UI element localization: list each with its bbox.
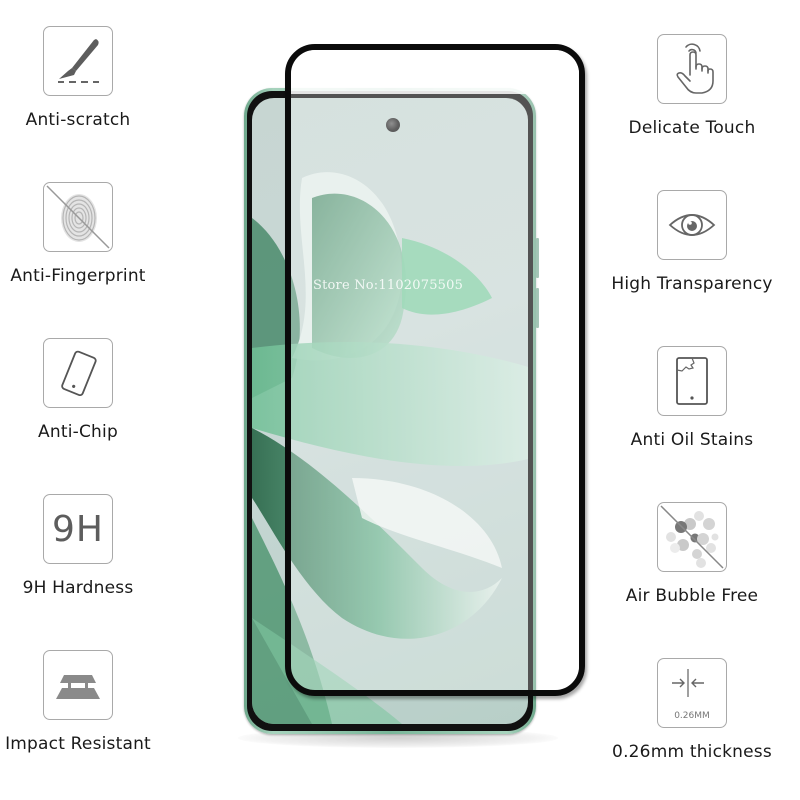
feature-label: Anti-Fingerprint xyxy=(10,266,146,286)
glass-top-highlight xyxy=(291,50,579,94)
touch-hand-icon xyxy=(657,34,727,104)
feature-thickness: 0.26MM 0.26mm thickness xyxy=(592,658,792,762)
feature-label: High Transparency xyxy=(611,274,773,294)
feature-9h-hardness: 9H 9H Hardness xyxy=(0,494,178,598)
store-watermark: Store No:1102075505 xyxy=(313,278,464,293)
cracked-phone-icon xyxy=(657,346,727,416)
glass-edge-highlight xyxy=(537,50,579,690)
screen-protector-glass xyxy=(285,44,585,696)
feature-delicate-touch: Delicate Touch xyxy=(592,34,792,138)
feature-label: Anti-scratch xyxy=(25,110,131,130)
thickness-icon-text: 0.26MM xyxy=(674,711,710,721)
bubbles-crossed-icon xyxy=(657,502,727,572)
thickness-arrows-icon: 0.26MM xyxy=(657,658,727,728)
feature-anti-chip: Anti-Chip xyxy=(0,338,178,442)
9h-icon-text: 9H xyxy=(52,508,104,550)
feature-label: Delicate Touch xyxy=(628,118,756,138)
feature-anti-scratch: Anti-scratch xyxy=(0,26,178,130)
layers-impact-icon xyxy=(43,650,113,720)
feature-impact-resistant: Impact Resistant xyxy=(0,650,178,754)
scalpel-scratch-icon xyxy=(43,26,113,96)
feature-label: Anti-Chip xyxy=(38,422,118,442)
eye-icon xyxy=(657,190,727,260)
9h-icon: 9H xyxy=(43,494,113,564)
feature-label: 0.26mm thickness xyxy=(612,742,772,762)
feature-label: Anti Oil Stains xyxy=(630,430,754,450)
tilted-phone-icon xyxy=(43,338,113,408)
feature-high-transparency: High Transparency xyxy=(592,190,792,294)
feature-anti-oil-stains: Anti Oil Stains xyxy=(592,346,792,450)
feature-label: 9H Hardness xyxy=(22,578,134,598)
fingerprint-crossed-icon xyxy=(43,182,113,252)
feature-label: Air Bubble Free xyxy=(625,586,759,606)
feature-label: Impact Resistant xyxy=(5,734,151,754)
feature-anti-fingerprint: Anti-Fingerprint xyxy=(0,182,178,286)
feature-air-bubble-free: Air Bubble Free xyxy=(592,502,792,606)
